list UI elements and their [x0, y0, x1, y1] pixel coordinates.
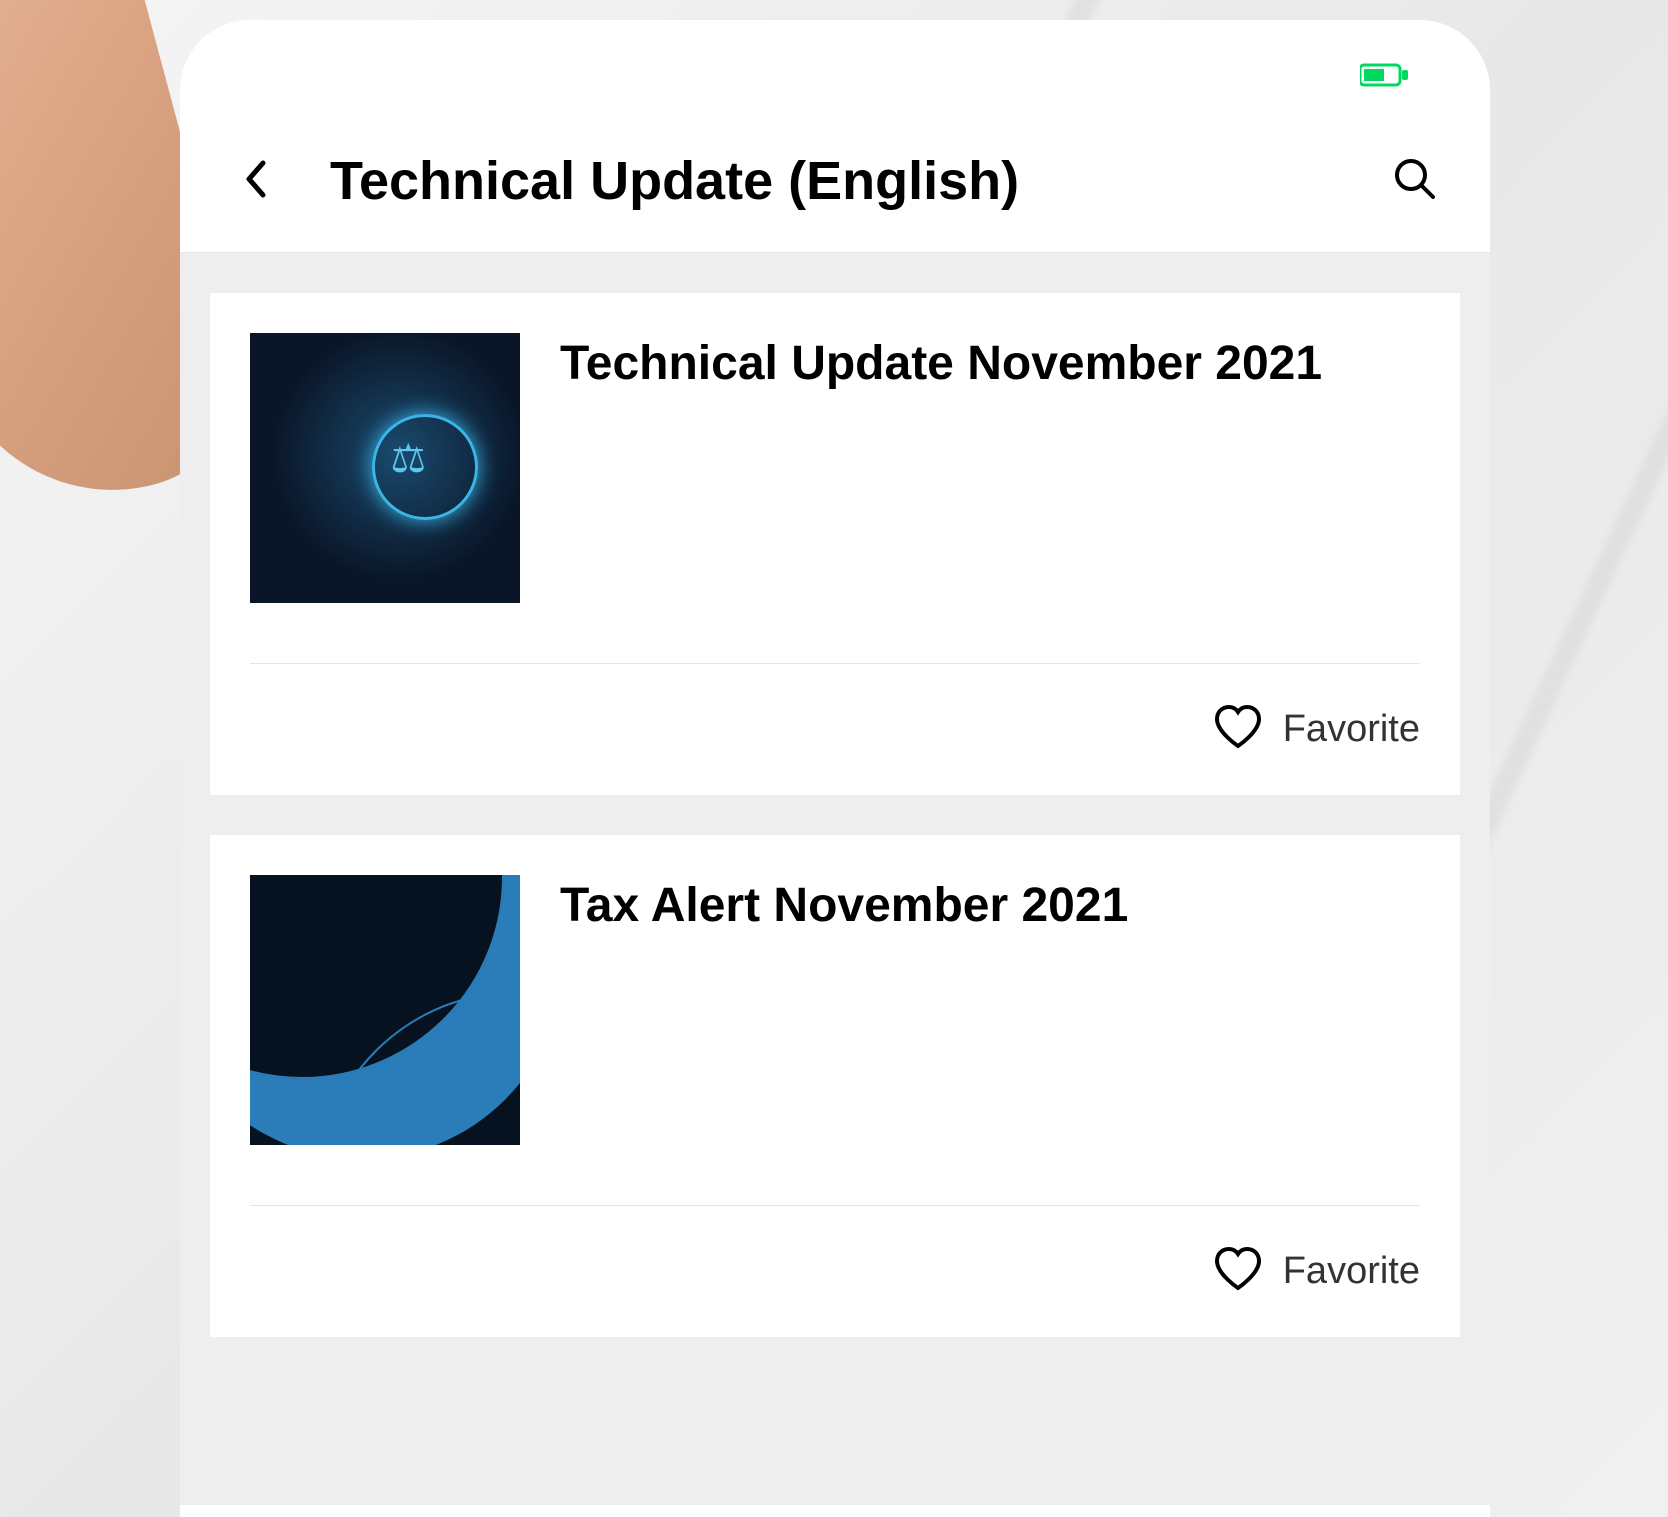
- article-card[interactable]: Tax Alert November 2021 Favorite: [210, 835, 1460, 1337]
- favorite-label: Favorite: [1283, 708, 1420, 751]
- article-title: Technical Update November 2021: [560, 333, 1322, 603]
- card-footer: Favorite: [250, 664, 1420, 795]
- favorite-button[interactable]: Favorite: [1213, 704, 1420, 755]
- article-title: Tax Alert November 2021: [560, 875, 1128, 1145]
- content-area: Technical Update November 2021 Favorite …: [180, 253, 1490, 1505]
- search-icon: [1393, 157, 1437, 206]
- page-title: Technical Update (English): [330, 150, 1390, 212]
- article-thumbnail: [250, 875, 520, 1145]
- chevron-left-icon: [243, 159, 267, 204]
- card-footer: Favorite: [250, 1206, 1420, 1337]
- battery-charging-icon: [1360, 63, 1410, 87]
- status-bar: [180, 20, 1490, 130]
- favorite-button[interactable]: Favorite: [1213, 1246, 1420, 1297]
- search-button[interactable]: [1390, 156, 1440, 206]
- heart-icon: [1213, 1246, 1263, 1297]
- article-card[interactable]: Technical Update November 2021 Favorite: [210, 293, 1460, 795]
- card-body: Technical Update November 2021: [250, 333, 1420, 664]
- favorite-label: Favorite: [1283, 1250, 1420, 1293]
- back-button[interactable]: [230, 156, 280, 206]
- card-body: Tax Alert November 2021: [250, 875, 1420, 1206]
- heart-icon: [1213, 704, 1263, 755]
- article-thumbnail: [250, 333, 520, 603]
- phone-frame: Technical Update (English) Technical Upd…: [180, 20, 1490, 1517]
- app-header: Technical Update (English): [180, 130, 1490, 253]
